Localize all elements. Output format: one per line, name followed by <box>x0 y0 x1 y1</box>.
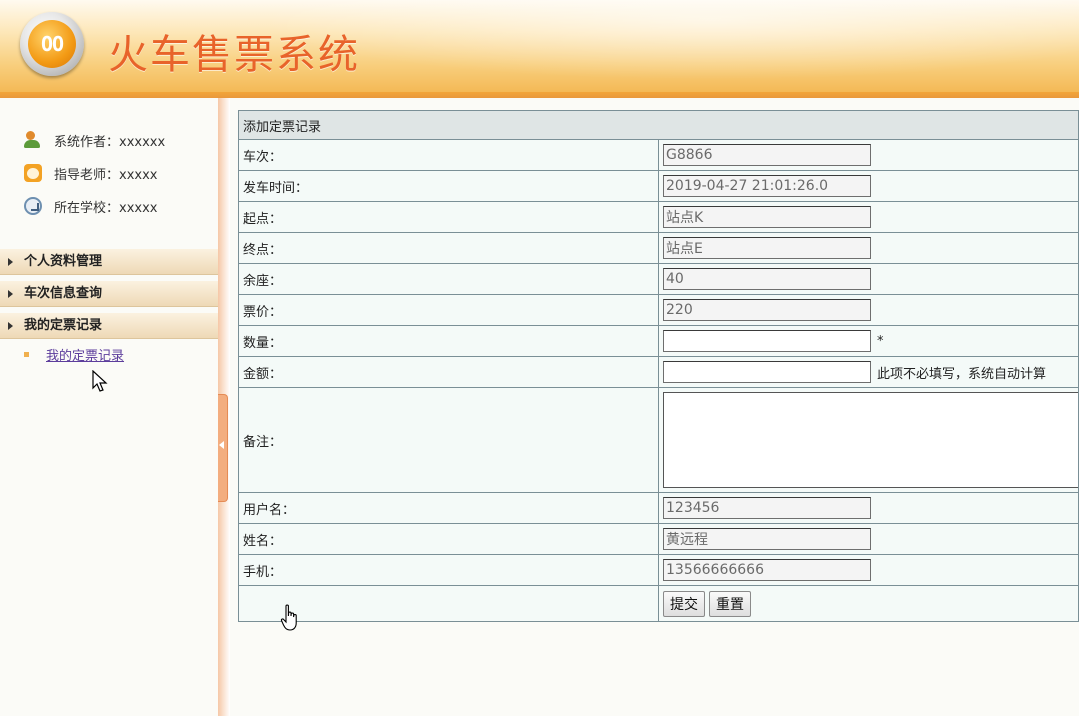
submit-button[interactable]: 提交 <box>663 590 705 617</box>
price-label: 票价： <box>238 294 659 326</box>
phone-field[interactable] <box>663 559 871 581</box>
phone-label: 手机： <box>238 554 659 586</box>
row-depart: 发车时间： <box>238 170 1079 202</box>
seats-label: 余座： <box>238 263 659 295</box>
caret-right-icon <box>8 258 13 266</box>
nav-profile-label: 个人资料管理 <box>24 254 103 269</box>
row-origin: 起点： <box>238 201 1079 233</box>
form-caption: 添加定票记录 <box>238 110 1079 140</box>
sidebar <box>0 98 218 716</box>
row-username: 用户名： <box>238 492 1079 524</box>
username-field[interactable] <box>663 497 871 519</box>
row-train: 车次： <box>238 139 1079 171</box>
hand-pointer-icon <box>280 604 297 631</box>
booking-form: 添加定票记录 车次： 发车时间： 起点： 终点： 余座： 票价： 数量： <box>238 110 1079 622</box>
sidebar-collapse-handle[interactable] <box>218 394 228 502</box>
caret-right-icon <box>8 322 13 330</box>
chevron-left-icon <box>219 441 224 449</box>
row-phone: 手机： <box>238 554 1079 586</box>
booking-form-table: 添加定票记录 车次： 发车时间： 起点： 终点： 余座： 票价： 数量： <box>238 110 1079 622</box>
app-title: 火车售票系统 <box>108 32 360 78</box>
app-header: ОО 火车售票系统 <box>0 0 1079 92</box>
nav-train-query-label: 车次信息查询 <box>24 286 103 301</box>
nav-train-query[interactable]: 车次信息查询 <box>0 281 218 307</box>
users-icon <box>24 131 42 149</box>
dest-label: 终点： <box>238 232 659 264</box>
train-label: 车次： <box>238 139 659 171</box>
teacher-info: 指导老师：xxxxx <box>24 163 157 183</box>
nav-bookings-label: 我的定票记录 <box>24 318 103 333</box>
row-dest: 终点： <box>238 232 1079 264</box>
memo-label: 备注： <box>238 387 659 493</box>
school-info: 所在学校：xxxxx <box>24 196 157 216</box>
teacher-text: 指导老师：xxxxx <box>54 167 158 183</box>
globe-icon <box>24 197 42 215</box>
name-label: 姓名： <box>238 523 659 555</box>
sidebar-item-my-bookings: 我的定票记录 <box>24 344 124 364</box>
author-info: 系统作者：xxxxxx <box>24 130 165 150</box>
required-mark: * <box>877 333 884 349</box>
mouse-pointer-icon <box>92 370 108 392</box>
name-field[interactable] <box>663 528 871 550</box>
memo-textarea[interactable] <box>663 392 1079 488</box>
reset-button[interactable]: 重置 <box>709 590 751 617</box>
row-seats: 余座： <box>238 263 1079 295</box>
username-label: 用户名： <box>238 492 659 524</box>
dest-field[interactable] <box>663 237 871 259</box>
depart-time-field[interactable] <box>663 175 871 197</box>
amount-label: 金额： <box>238 356 659 388</box>
origin-label: 起点： <box>238 201 659 233</box>
amount-field[interactable] <box>663 361 871 383</box>
row-amount: 金额： 此项不必填写，系统自动计算 <box>238 356 1079 388</box>
author-text: 系统作者：xxxxxx <box>54 134 166 150</box>
actions-spacer <box>238 585 659 622</box>
train-field[interactable] <box>663 144 871 166</box>
caret-right-icon <box>8 290 13 298</box>
row-actions: 提交 重置 <box>238 585 1079 622</box>
origin-field[interactable] <box>663 206 871 228</box>
alarm-clock-icon <box>24 164 42 182</box>
quantity-field[interactable] <box>663 330 871 352</box>
row-name: 姓名： <box>238 523 1079 555</box>
row-price: 票价： <box>238 294 1079 326</box>
row-qty: 数量： * <box>238 325 1079 357</box>
depart-label: 发车时间： <box>238 170 659 202</box>
row-memo: 备注： <box>238 387 1079 493</box>
nav-profile[interactable]: 个人资料管理 <box>0 249 218 275</box>
qty-label: 数量： <box>238 325 659 357</box>
seats-field[interactable] <box>663 268 871 290</box>
nav-bookings[interactable]: 我的定票记录 <box>0 313 218 339</box>
logo-icon: ОО <box>20 12 84 76</box>
amount-hint: 此项不必填写，系统自动计算 <box>877 366 1047 382</box>
school-text: 所在学校：xxxxx <box>54 200 158 216</box>
my-bookings-link[interactable]: 我的定票记录 <box>46 345 124 364</box>
price-field[interactable] <box>663 299 871 321</box>
bullet-icon <box>24 351 29 357</box>
